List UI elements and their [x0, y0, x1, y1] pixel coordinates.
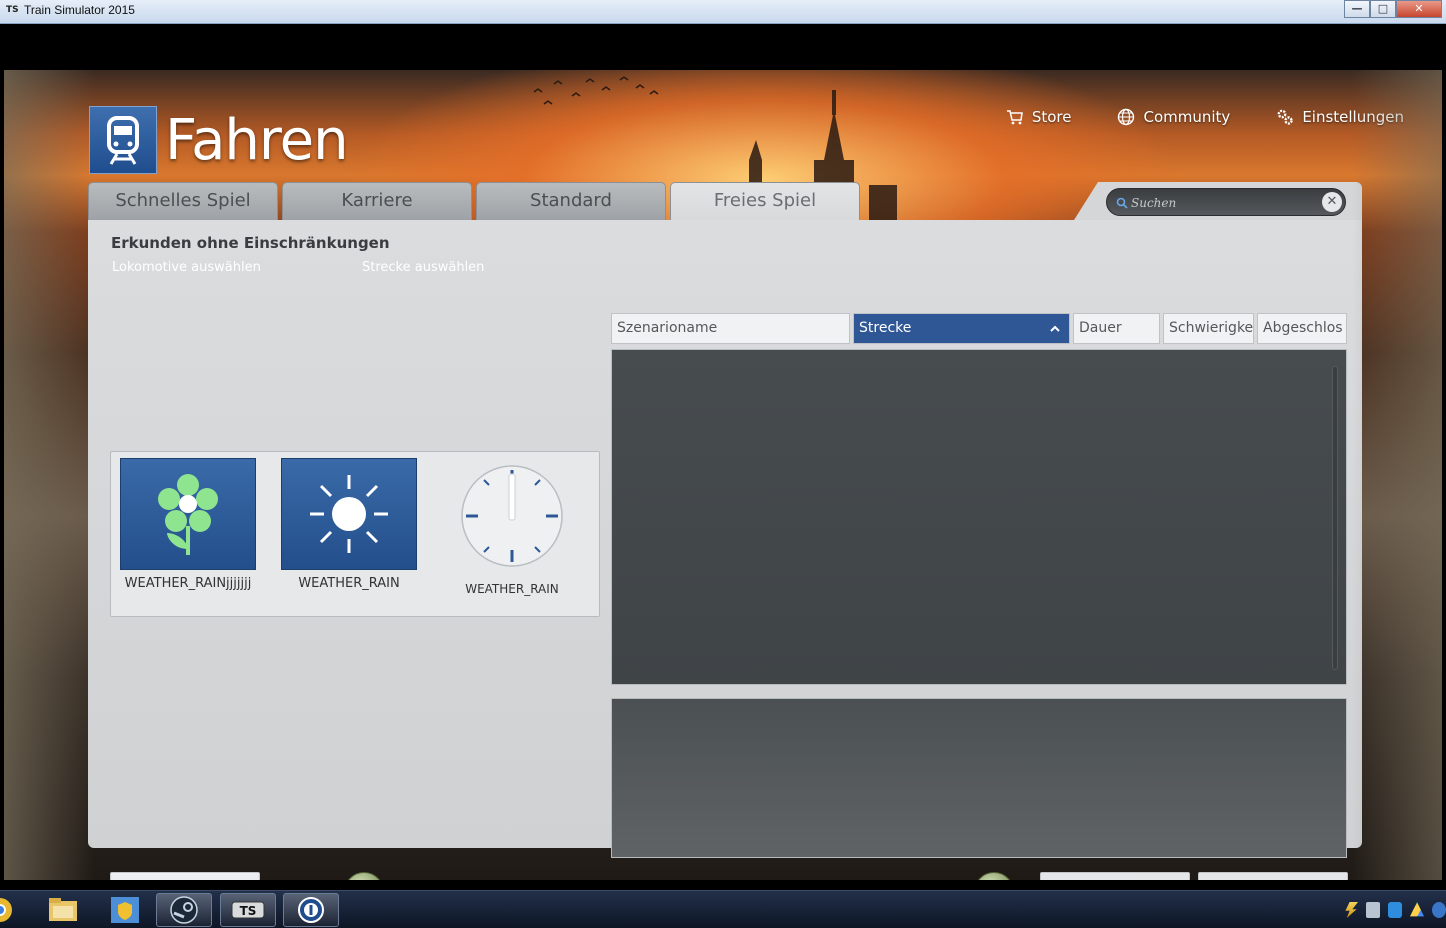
network-tray-icon[interactable] — [1366, 902, 1380, 918]
season-tile[interactable] — [120, 458, 256, 570]
search-input[interactable] — [1131, 193, 1311, 213]
globe-icon — [1118, 108, 1135, 126]
svg-text:TS: TS — [240, 904, 257, 918]
step-progress: 4 5 — [344, 872, 1014, 880]
control-panel-icon[interactable] — [97, 893, 153, 927]
continue-button[interactable]: Fortsetzen — [1040, 872, 1190, 880]
nav-community-label: Community — [1143, 108, 1231, 126]
tab-free-play[interactable]: Freies Spiel — [670, 182, 860, 220]
main-menu-button[interactable]: Hauptmenü — [110, 872, 260, 880]
col-route[interactable]: Strecke — [853, 313, 1070, 344]
select-loco-link[interactable]: Lokomotive auswählen — [112, 260, 261, 275]
bluetooth-tray-icon[interactable] — [1432, 902, 1446, 918]
time-selector[interactable]: WEATHER_RAIN — [457, 464, 567, 596]
search-icon — [1116, 197, 1128, 209]
game-screen: Fahren Store Community Einstellungen Sch… — [4, 70, 1442, 880]
scenario-list-scrollbar[interactable] — [1332, 366, 1338, 670]
chevron-up-icon — [1049, 315, 1061, 343]
mode-tabs: Schnelles Spiel Karriere Standard Freies… — [88, 182, 860, 220]
window-titlebar: TS Train Simulator 2015 — □ ✕ — [0, 0, 1446, 24]
select-route-link[interactable]: Strecke auswählen — [362, 260, 484, 275]
cart-icon — [1006, 110, 1023, 125]
taskbar: TS — [0, 890, 1446, 928]
nav-community[interactable]: Community — [1117, 108, 1230, 126]
col-route-label: Strecke — [859, 320, 912, 336]
search-box: ✕ — [1106, 188, 1346, 216]
progress-end-knob: 5 — [974, 872, 1014, 880]
clear-search-button[interactable]: ✕ — [1322, 192, 1342, 212]
time-label: WEATHER_RAIN — [465, 582, 559, 596]
drive-tray-icon[interactable] — [1410, 902, 1424, 917]
close-button[interactable]: ✕ — [1396, 0, 1442, 18]
start-button[interactable]: Start — [1198, 872, 1348, 880]
weather-selector[interactable]: WEATHER_RAIN — [281, 458, 417, 594]
mode-title: Erkunden ohne Einschränkungen — [111, 234, 390, 252]
tab-standard[interactable]: Standard — [476, 182, 666, 220]
weather-label: WEATHER_RAIN — [298, 576, 400, 591]
tab-career[interactable]: Karriere — [282, 182, 472, 220]
file-explorer-icon[interactable] — [35, 893, 91, 927]
environment-box: WEATHER_RAINjjjjjjj WEATHER_RAIN WEATHER… — [110, 451, 600, 617]
system-tray — [1336, 891, 1446, 928]
scenario-details — [611, 698, 1347, 858]
clock-icon[interactable] — [460, 464, 564, 568]
col-completed[interactable]: Abgeschlos — [1257, 313, 1347, 344]
top-nav: Store Community Einstellungen — [1006, 108, 1404, 126]
scenario-list[interactable] — [611, 349, 1347, 685]
main-panel: Erkunden ohne Einschränkungen Lokomotive… — [88, 220, 1362, 880]
page-title: Fahren — [165, 107, 349, 173]
season-label: WEATHER_RAINjjjjjjj — [124, 576, 252, 591]
letterbox-bar — [2, 24, 1444, 70]
password-manager-icon[interactable] — [283, 893, 339, 927]
steam-icon[interactable] — [156, 893, 212, 927]
col-scenario-name[interactable]: Szenarioname — [611, 313, 850, 344]
birds-icon — [533, 76, 659, 105]
window-title: Train Simulator 2015 — [24, 3, 135, 17]
gears-icon — [1277, 109, 1294, 125]
app-logo: TS — [6, 5, 19, 15]
nav-store-label: Store — [1031, 108, 1072, 126]
chrome-icon[interactable] — [0, 893, 28, 927]
scenario-table-header: Szenarioname Strecke Dauer Schwierigke A… — [611, 313, 1347, 344]
power-tray-icon[interactable] — [1345, 902, 1358, 918]
season-selector[interactable]: WEATHER_RAINjjjjjjj — [120, 458, 256, 594]
train-simulator-taskbar-icon[interactable]: TS — [220, 893, 276, 927]
sun-icon — [310, 475, 388, 553]
nav-store[interactable]: Store — [1006, 108, 1072, 126]
progress-start-knob: 4 — [344, 872, 384, 880]
weather-tile[interactable] — [281, 458, 417, 570]
col-duration[interactable]: Dauer — [1073, 313, 1160, 344]
flower-icon — [158, 474, 218, 555]
col-difficulty[interactable]: Schwierigke — [1163, 313, 1254, 344]
tab-quick-play[interactable]: Schnelles Spiel — [88, 182, 278, 220]
brand: Fahren — [89, 106, 349, 174]
nav-settings[interactable]: Einstellungen — [1276, 108, 1404, 126]
train-icon — [89, 106, 157, 174]
nav-settings-label: Einstellungen — [1302, 108, 1404, 126]
dropbox-tray-icon[interactable] — [1388, 902, 1402, 918]
maximize-button[interactable]: □ — [1370, 0, 1396, 18]
minimize-button[interactable]: — — [1344, 0, 1370, 18]
